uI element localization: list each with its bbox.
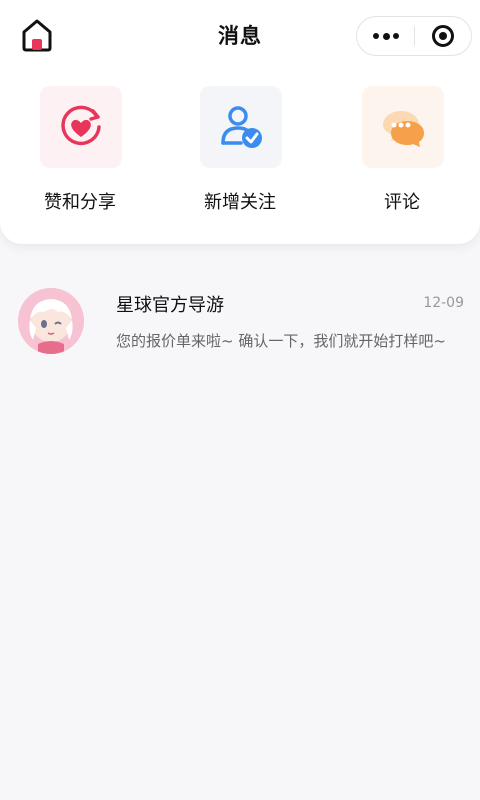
shortcut-likes-shares[interactable]: 赞和分享 [5,84,155,224]
likes-tile [40,86,122,168]
shortcut-new-follows[interactable]: 新增关注 [165,84,315,224]
close-target-icon [432,25,454,47]
heart-share-icon [61,105,101,146]
comment-icon [383,111,424,147]
shortcut-label: 评论 [384,192,420,213]
more-dots-icon [373,32,399,40]
message-preview: 您的报价单来啦~ 确认一下，我们就开始打样吧~ [116,332,446,350]
comments-tile [362,86,444,168]
navigation-bar: 消息 [0,0,480,70]
more-button[interactable] [357,17,414,55]
shortcut-comments[interactable]: 评论 [327,84,477,224]
message-time: 12-09 [423,295,464,311]
mini-program-capsule [356,16,472,56]
close-button[interactable] [415,17,472,55]
message-list-item[interactable]: 星球官方导游 12-09 您的报价单来啦~ 确认一下，我们就开始打样吧~ [0,262,480,362]
avatar [18,288,84,354]
user-check-icon [221,106,262,148]
avatar-character-icon [18,288,84,354]
top-panel: 消息 赞和分享 新增关注 评论 [0,0,480,244]
shortcut-label: 新增关注 [204,192,276,213]
sender-name: 星球官方导游 [116,295,224,316]
follows-tile [200,86,282,168]
shortcut-label: 赞和分享 [44,192,116,213]
